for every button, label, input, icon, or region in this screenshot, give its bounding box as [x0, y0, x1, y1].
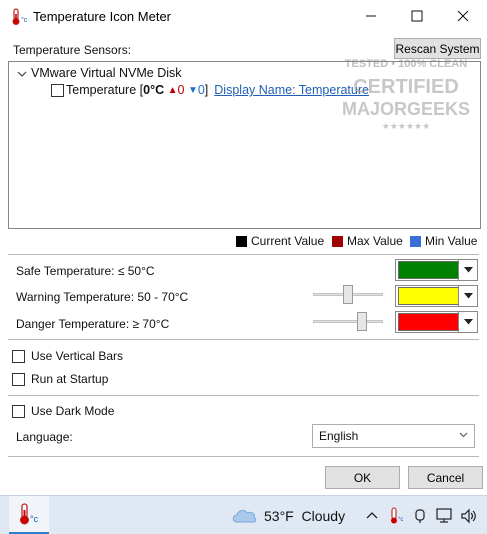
slider-thumb[interactable] — [343, 285, 353, 304]
max-arrow-icon: ▲ — [167, 84, 178, 96]
maximize-button[interactable] — [394, 0, 440, 32]
title-bar: °c Temperature Icon Meter — [0, 0, 487, 33]
svg-text:°c: °c — [398, 517, 403, 523]
run-at-startup-checkbox[interactable] — [12, 372, 25, 386]
legend-current-label: Current Value — [251, 234, 325, 248]
language-select[interactable]: English — [312, 424, 475, 448]
legend-max-label: Max Value — [347, 234, 403, 248]
chevron-down-icon — [459, 432, 468, 438]
language-label: Language: — [16, 430, 73, 444]
warning-temperature-slider[interactable] — [313, 285, 383, 305]
separator — [8, 456, 479, 457]
maximize-icon — [411, 10, 423, 22]
run-at-startup-label: Run at Startup — [31, 372, 109, 386]
tree-node-device[interactable]: VMware Virtual NVMe Disk — [31, 66, 182, 80]
danger-temperature-slider[interactable] — [313, 312, 383, 332]
use-dark-mode-label: Use Dark Mode — [31, 404, 115, 418]
min-value-swatch — [410, 235, 421, 247]
min-arrow-icon: ▼ — [187, 84, 198, 96]
window-title: Temperature Icon Meter — [33, 9, 172, 24]
separator — [8, 395, 479, 396]
danger-color-swatch — [398, 313, 459, 331]
use-dark-mode-option[interactable]: Use Dark Mode — [12, 404, 114, 418]
network-icon[interactable] — [436, 507, 454, 525]
dropdown-button[interactable] — [458, 286, 477, 306]
thermometer-celsius-icon: °c — [12, 8, 28, 25]
minimize-button[interactable] — [348, 0, 394, 32]
cancel-button[interactable]: Cancel — [408, 466, 483, 489]
sensor-suffix: ] — [204, 83, 209, 97]
meet-now-icon[interactable] — [413, 507, 427, 525]
warning-temperature-label: Warning Temperature: 50 - 70°C — [16, 290, 189, 304]
safe-color-picker[interactable] — [395, 259, 478, 281]
close-button[interactable] — [440, 0, 486, 32]
sensor-min-value: 0 — [197, 83, 205, 97]
ok-button[interactable]: OK — [325, 466, 400, 489]
use-vertical-bars-option[interactable]: Use Vertical Bars — [12, 349, 123, 363]
use-vertical-bars-label: Use Vertical Bars — [31, 349, 124, 363]
svg-text:MAJORGEEKS: MAJORGEEKS — [342, 99, 470, 119]
weather-widget[interactable]: 53°F Cloudy — [264, 508, 345, 524]
dropdown-button[interactable] — [458, 260, 477, 280]
warning-color-picker[interactable] — [395, 285, 478, 307]
weather-description: Cloudy — [301, 508, 346, 524]
separator — [8, 339, 479, 340]
chevron-down-icon — [463, 319, 473, 325]
majorgeeks-watermark-logo: TESTED • 100% CLEAN CERTIFIED MAJORGEEKS… — [342, 58, 470, 131]
dropdown-button[interactable] — [458, 312, 477, 332]
danger-temperature-label: Danger Temperature: ≥ 70°C — [16, 317, 170, 331]
sensor-prefix: Temperature [ — [66, 83, 144, 97]
danger-color-picker[interactable] — [395, 311, 478, 333]
svg-text:CERTIFIED: CERTIFIED — [353, 76, 459, 98]
legend-current: Current Value — [236, 234, 324, 248]
slider-thumb[interactable] — [357, 312, 367, 331]
sensor-checkbox[interactable] — [51, 83, 64, 97]
language-selected-value: English — [319, 429, 359, 443]
sensor-max-value: 0 — [177, 83, 185, 97]
tree-node-sensor[interactable]: Temperature [ 0°C ▲ 0 ▼ 0 ] Display Name… — [51, 82, 369, 98]
svg-text:★★★★★★: ★★★★★★ — [382, 121, 430, 131]
slider-track — [313, 320, 383, 323]
svg-text:°c: °c — [30, 514, 39, 524]
legend-max: Max Value — [332, 234, 403, 248]
sensor-current-value: 0°C — [143, 83, 165, 97]
current-value-swatch — [236, 235, 247, 247]
taskbar: °c 53°F Cloudy °c — [0, 495, 487, 534]
max-value-swatch — [332, 235, 343, 247]
svg-text:TESTED • 100% CLEAN: TESTED • 100% CLEAN — [345, 58, 467, 70]
thermometer-celsius-icon[interactable]: °c — [390, 507, 404, 525]
safe-temperature-label: Safe Temperature: ≤ 50°C — [16, 264, 155, 278]
volume-icon[interactable] — [460, 507, 478, 525]
separator — [8, 254, 479, 255]
run-at-startup-option[interactable]: Run at Startup — [12, 372, 108, 386]
weather-temperature: 53°F — [264, 508, 294, 524]
cloud-icon[interactable] — [231, 507, 257, 523]
legend-min: Min Value — [410, 234, 477, 248]
thermometer-celsius-icon: °c — [20, 503, 39, 525]
chevron-up-icon[interactable] — [366, 511, 378, 519]
chevron-down-icon — [463, 267, 473, 273]
use-vertical-bars-checkbox[interactable] — [12, 349, 25, 363]
safe-color-swatch — [398, 261, 459, 279]
use-dark-mode-checkbox[interactable] — [12, 404, 25, 418]
minimize-icon — [366, 15, 376, 17]
close-icon — [457, 10, 469, 22]
sensors-label: Temperature Sensors: — [13, 43, 132, 57]
svg-text:°c: °c — [21, 16, 28, 24]
taskbar-app-button[interactable]: °c — [9, 496, 49, 534]
chevron-down-icon — [463, 293, 473, 299]
warning-color-swatch — [398, 287, 459, 305]
expanded-chevron-icon[interactable] — [17, 69, 27, 79]
legend-min-label: Min Value — [425, 234, 478, 248]
